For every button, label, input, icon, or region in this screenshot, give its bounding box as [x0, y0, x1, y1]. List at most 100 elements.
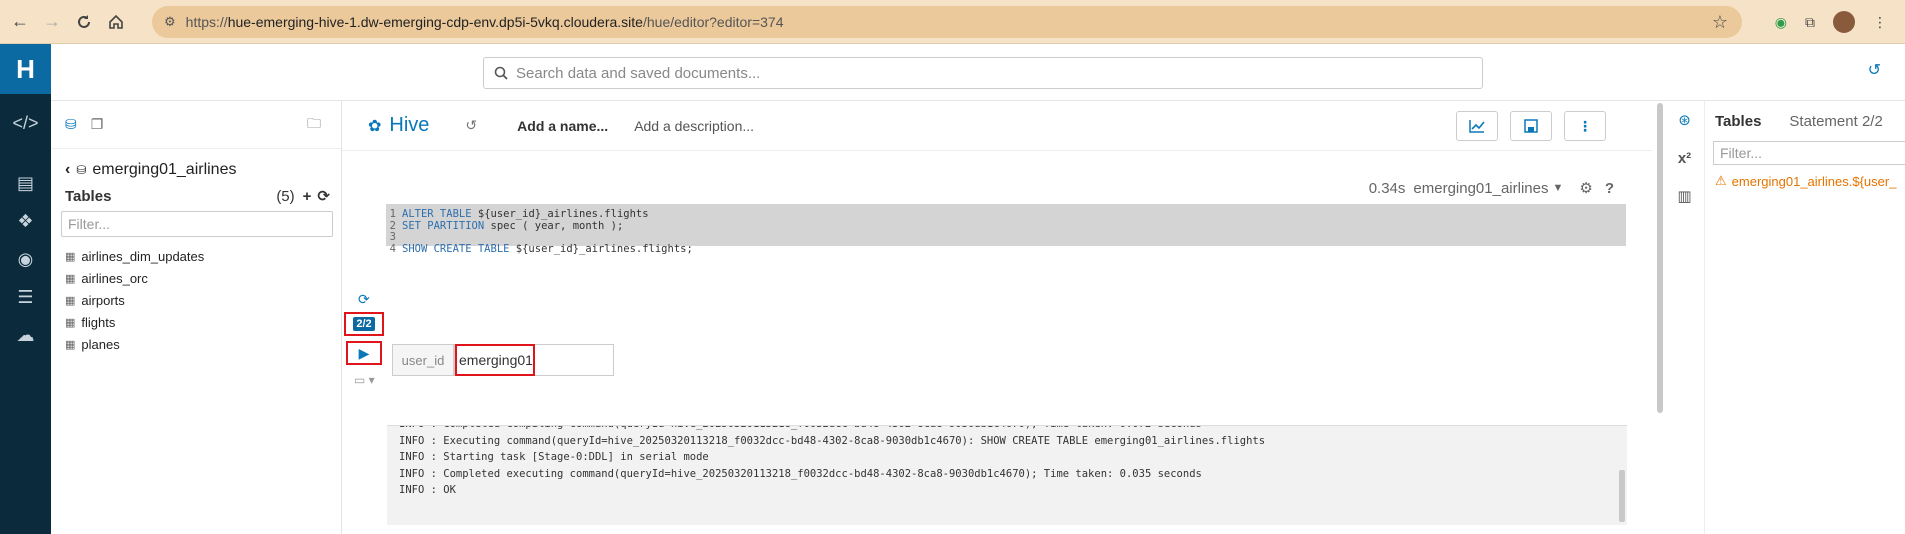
table-grid-icon: ▦: [65, 338, 76, 351]
table-item[interactable]: ▦ flights: [65, 311, 341, 333]
sql-keyword: SET PARTITION: [402, 219, 485, 232]
tables-count: (5): [276, 187, 295, 205]
database-icon[interactable]: ⛁: [65, 116, 77, 133]
query-name-field[interactable]: Add a name...: [517, 118, 608, 134]
functions-icon[interactable]: x²: [1665, 139, 1704, 177]
tables-filter-input[interactable]: Filter...: [61, 211, 333, 237]
tables-database-icon[interactable]: ◉: [0, 240, 51, 278]
refresh-statement-icon[interactable]: ⟳: [358, 291, 370, 308]
query-description-field[interactable]: Add a description...: [634, 118, 754, 134]
run-button[interactable]: ▶: [346, 341, 382, 365]
table-list: ▦ airlines_dim_updates ▦ airlines_orc ▦ airpo…: [51, 245, 341, 355]
tables-label: Tables: [65, 187, 112, 205]
folder-open-icon[interactable]: 🗀: [307, 113, 321, 137]
editor-scrollbar[interactable]: [1657, 103, 1663, 413]
execution-info: 0.34s emerging01_airlines ▼ ⚙ ?: [1368, 179, 1614, 198]
forward-icon[interactable]: →: [36, 6, 68, 38]
book-icon[interactable]: ▥: [1665, 177, 1704, 215]
hue-logo[interactable]: H: [0, 44, 51, 94]
bookmark-star-icon[interactable]: ☆: [1712, 12, 1728, 33]
database-breadcrumb[interactable]: ‹ ⛁ emerging01_airlines: [65, 161, 341, 179]
editor-code-icon[interactable]: </>: [0, 104, 51, 142]
log-line: INFO : Completed executing command(query…: [399, 467, 1202, 480]
table-item[interactable]: ▦ airlines_dim_updates: [65, 245, 341, 267]
history-icon[interactable]: ↺: [1868, 60, 1881, 80]
more-options-button[interactable]: ⋮: [1564, 111, 1606, 141]
help-icon[interactable]: ?: [1605, 180, 1614, 197]
save-button[interactable]: [1510, 111, 1552, 141]
right-filter-placeholder: Filter...: [1720, 145, 1763, 161]
database-name: emerging01_airlines: [92, 161, 237, 178]
statement-count: 2/2: [353, 317, 375, 331]
browser-menu-icon[interactable]: ⋮: [1873, 14, 1887, 31]
compass-icon[interactable]: ⊛: [1665, 101, 1704, 139]
home-icon[interactable]: [100, 6, 132, 38]
top-search-bar: Search data and saved documents... ↺: [51, 44, 1905, 101]
dialect-label: Hive: [389, 114, 430, 136]
back-icon[interactable]: ←: [4, 6, 36, 38]
snippet-book-icon[interactable]: ▭ ▾: [354, 373, 375, 387]
right-assist-icons: ⊛ x² ▥: [1665, 101, 1705, 534]
jobs-cubes-icon[interactable]: ❖: [0, 202, 51, 240]
url-path: /hue/editor?editor=374: [642, 14, 784, 30]
sql-text: spec ( year, month );: [484, 219, 624, 232]
reload-icon[interactable]: [68, 6, 100, 38]
extension-eye-icon[interactable]: ◉: [1775, 14, 1787, 31]
right-tables-tab[interactable]: Tables: [1715, 113, 1761, 130]
address-bar[interactable]: ⚙ https://hue-emerging-hive-1.dw-emergin…: [152, 6, 1742, 38]
url-host: hue-emerging-hive-1.dw-emerging-cdp-env.…: [227, 14, 643, 30]
execution-database[interactable]: emerging01_airlines: [1413, 180, 1548, 197]
line-number: 4: [389, 242, 396, 255]
right-assist-panel: Tables Statement 2/2 Filter... ⚠ emergin…: [1705, 101, 1905, 534]
log-line: INFO : Completed compiling command(query…: [387, 426, 1627, 433]
log-line: INFO : Executing command(queryId=hive_20…: [399, 434, 1266, 447]
right-statement-tab[interactable]: Statement 2/2: [1789, 113, 1882, 130]
right-warning-item[interactable]: ⚠ emerging01_airlines.${user_: [1715, 173, 1905, 189]
chevron-left-icon[interactable]: ‹: [65, 161, 70, 179]
table-name: flights: [81, 314, 116, 330]
profile-avatar[interactable]: [1833, 11, 1855, 33]
filter-placeholder: Filter...: [68, 216, 111, 232]
database-small-icon: ⛁: [76, 163, 87, 177]
variable-label: user_id: [392, 344, 454, 376]
table-item[interactable]: ▦ airports: [65, 289, 341, 311]
code-line: 2 SET PARTITION spec ( year, month );: [386, 219, 624, 234]
right-filter-input[interactable]: Filter...: [1713, 141, 1905, 165]
hive-dialect[interactable]: ✿ Hive: [368, 114, 429, 137]
chart-button[interactable]: [1456, 111, 1498, 141]
cloud-upload-icon[interactable]: ☁: [0, 316, 51, 354]
caret-down-icon[interactable]: ▼: [1552, 182, 1563, 194]
table-name: airlines_dim_updates: [81, 248, 205, 264]
variable-input[interactable]: emerging01: [454, 344, 614, 376]
search-placeholder: Search data and saved documents...: [516, 64, 761, 82]
warning-icon: ⚠: [1715, 173, 1727, 188]
add-icon[interactable]: +: [303, 188, 312, 205]
code-editor[interactable]: 1 ALTER TABLE ${user_id}_airlines.flights…: [386, 204, 1626, 439]
refresh-icon[interactable]: ⟳: [317, 187, 330, 205]
table-name: airlines_orc: [81, 270, 148, 286]
query-history-icon[interactable]: ↺: [465, 117, 477, 134]
log-scrollbar[interactable]: [1619, 470, 1625, 522]
save-icon: [1524, 119, 1538, 133]
hive-bee-icon: ✿: [368, 117, 382, 135]
chart-line-icon: [1469, 120, 1485, 133]
statement-badge[interactable]: 2/2: [344, 312, 384, 336]
documents-icon[interactable]: ❐: [91, 116, 104, 133]
code-line: 4 SHOW CREATE TABLE ${user_id}_airlines.f…: [386, 243, 693, 257]
global-search-input[interactable]: Search data and saved documents...: [483, 57, 1483, 89]
table-grid-icon: ▦: [65, 250, 76, 263]
log-line: INFO : OK: [399, 484, 456, 497]
tables-header: Tables (5) + ⟳: [65, 187, 330, 206]
log-line: INFO : Starting task [Stage-0:DDL] in se…: [399, 451, 709, 464]
table-grid-icon: ▦: [65, 272, 76, 285]
settings-gear-icon[interactable]: ⚙: [1579, 179, 1592, 197]
extensions-puzzle-icon[interactable]: ⧉: [1805, 14, 1815, 31]
site-info-icon[interactable]: ⚙: [164, 14, 176, 30]
servers-icon[interactable]: ☰: [0, 278, 51, 316]
files-folder-icon[interactable]: ▤: [0, 164, 51, 202]
table-grid-icon: ▦: [65, 294, 76, 307]
table-item[interactable]: ▦ airlines_orc: [65, 267, 341, 289]
variable-value[interactable]: emerging01: [455, 344, 535, 376]
table-item[interactable]: ▦ planes: [65, 333, 341, 355]
execution-time: 0.34s: [1368, 179, 1406, 197]
